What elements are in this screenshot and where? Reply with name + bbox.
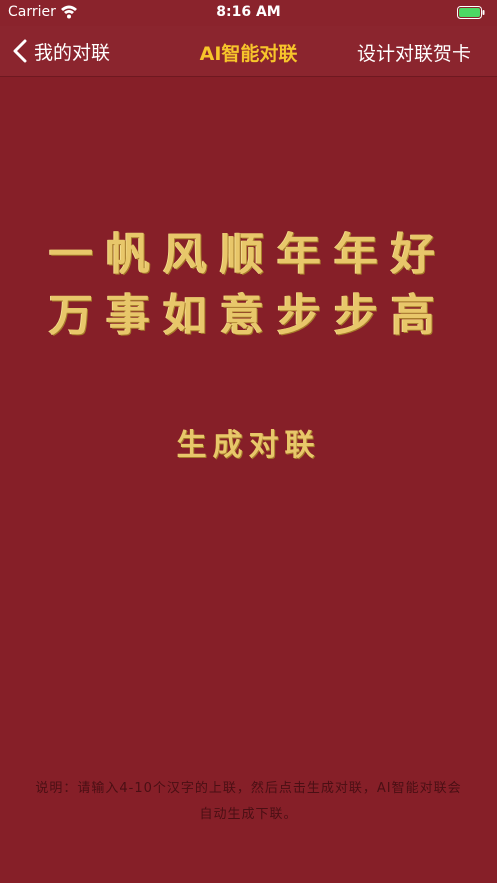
instruction-note: 说明：请输入4-10个汉字的上联，然后点击生成对联，AI智能对联会自动生成下联。 [35,781,462,822]
back-button-label: 我的对联 [34,41,111,64]
status-time: 8:16 AM [216,4,281,20]
couplet-second-line: 万事如意步步高 [49,290,448,341]
couplet-first-line[interactable]: 一帆风顺年年好 [0,218,497,282]
status-bar: Carrier 8:16 AM [0,0,497,26]
chevron-left-icon [13,39,27,63]
battery-icon [457,6,485,19]
navigation-bar: 我的对联 AI智能对联 设计对联贺卡 [0,26,497,77]
design-card-button[interactable]: 设计对联贺卡 [357,39,471,66]
generate-couplet-button[interactable]: 生成对联 [0,420,497,464]
back-button[interactable]: 我的对联 [12,38,110,64]
